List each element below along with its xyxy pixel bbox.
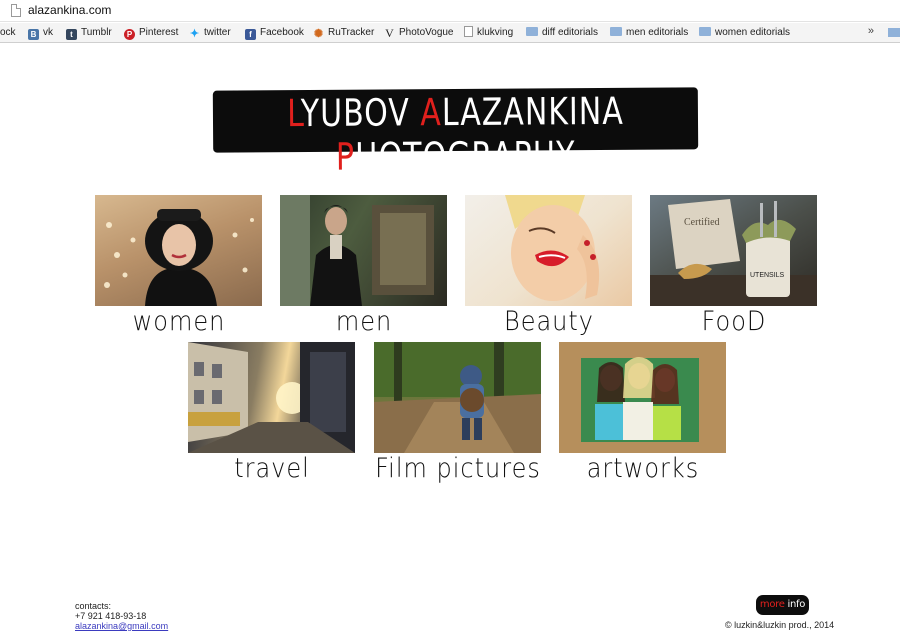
more-info-label: info [784,599,806,610]
men-photo-thumbnail[interactable] [280,195,447,306]
more-info-accent: more [759,599,785,610]
logo-word: HOTOGRAPHY [354,134,576,180]
bookmark-vk[interactable]: Bvk [28,26,53,40]
gallery-tile-film-pictures[interactable]: Film pictures [374,342,541,484]
rutracker-icon: ✺ [313,28,324,40]
gallery-tile-travel[interactable]: travel [188,342,355,484]
gallery-tile-food[interactable]: Certified UTENSILS FooD [650,195,817,337]
bookmark-label: men editorials [626,27,689,38]
bookmark-twitter[interactable]: ✦ twitter [189,26,231,40]
bookmark-rutracker[interactable]: ✺ RuTracker [313,26,374,40]
bookmark-label: PhotoVogue [399,27,454,38]
svg-text:Certified: Certified [684,217,720,228]
bookmark-label: Facebook [260,27,304,38]
bookmark-pinterest[interactable]: P Pinterest [124,26,178,40]
bookmark-item[interactable]: ock [0,26,16,40]
film-pictures-photo-thumbnail[interactable] [374,342,541,453]
folder-icon[interactable] [888,28,900,37]
gallery-caption[interactable]: travel [172,453,372,484]
address-bar[interactable]: alazankina.com [0,0,900,22]
logo-word: YUBOV [300,91,421,137]
bookmark-folder-diff-editorials[interactable]: diff editorials [526,26,598,40]
folder-icon [526,27,538,36]
bookmark-label: vk [43,27,53,38]
bookmark-label: RuTracker [328,27,375,38]
bookmark-tumblr[interactable]: t Tumblr [66,26,112,40]
bookmarks-overflow-chevron-icon[interactable]: » [868,25,874,37]
gallery-tile-women[interactable]: women [95,195,262,337]
contact-email-link[interactable]: alazankina@gmail.com [75,621,168,631]
travel-photo-thumbnail[interactable] [188,342,355,453]
gallery-caption[interactable]: FooD [634,306,834,337]
logo-initial: L [286,92,301,137]
bookmark-label: Pinterest [139,27,179,38]
tumblr-icon: t [66,29,77,40]
bookmarks-bar: ock Bvk t Tumblr P Pinterest ✦ twitter f Fac… [0,23,900,43]
food-photo-thumbnail[interactable]: Certified UTENSILS [650,195,817,306]
facebook-icon: f [245,29,256,40]
logo-initial: A [420,91,443,136]
gallery-tile-men[interactable]: men [280,195,447,337]
site-logo[interactable]: LYUBOV ALAZANKINA PHOTOGRAPHY [212,87,699,180]
svg-text:UTENSILS: UTENSILS [750,272,785,279]
bookmark-label: ock [0,27,16,38]
bookmark-label: women editorials [715,27,791,38]
gallery-tile-beauty[interactable]: Beauty [465,195,632,337]
bookmark-klukving[interactable]: klukving [464,26,513,40]
contact-phone: +7 921 418-93-18 [75,611,147,621]
gallery-tile-artworks[interactable]: artworks [559,342,726,484]
artworks-photo-thumbnail[interactable] [559,342,726,453]
logo-word: LAZANKINA [441,90,624,136]
logo-initial: P [335,135,356,180]
contacts-heading: contacts: [75,601,112,611]
gallery-caption[interactable]: men [264,306,464,337]
twitter-icon: ✦ [189,28,200,40]
more-info-button[interactable]: more info [756,595,809,615]
page-icon [11,4,21,17]
folder-icon [610,27,622,36]
photovogue-icon: V [385,26,394,40]
gallery-caption[interactable]: Beauty [449,306,649,337]
bookmark-label: twitter [204,27,231,38]
url-text[interactable]: alazankina.com [28,3,111,17]
women-photo-thumbnail[interactable] [95,195,262,306]
bookmark-label: diff editorials [542,27,598,38]
folder-icon [699,27,711,36]
bookmark-label: klukving [477,27,514,38]
bookmark-label: Tumblr [81,27,112,38]
contacts-block: contacts: +7 921 418-93-18 alazankina@gm… [75,601,168,631]
bookmark-photovogue[interactable]: V PhotoVogue [384,26,454,40]
gallery-caption[interactable]: artworks [543,453,743,484]
gallery-caption[interactable]: women [79,306,279,337]
vk-icon: B [28,29,39,40]
bookmark-folder-men-editorials[interactable]: men editorials [610,26,688,40]
page-icon [464,26,473,37]
pinterest-icon: P [124,29,135,40]
copyright-notice: © luzkin&luzkin prod., 2014 [725,620,835,630]
bookmark-folder-women-editorials[interactable]: women editorials [699,26,790,40]
beauty-photo-thumbnail[interactable] [465,195,632,306]
bookmark-facebook[interactable]: f Facebook [245,26,304,40]
gallery-caption[interactable]: Film pictures [358,453,558,484]
logo-text: LYUBOV ALAZANKINA PHOTOGRAPHY [213,90,699,181]
